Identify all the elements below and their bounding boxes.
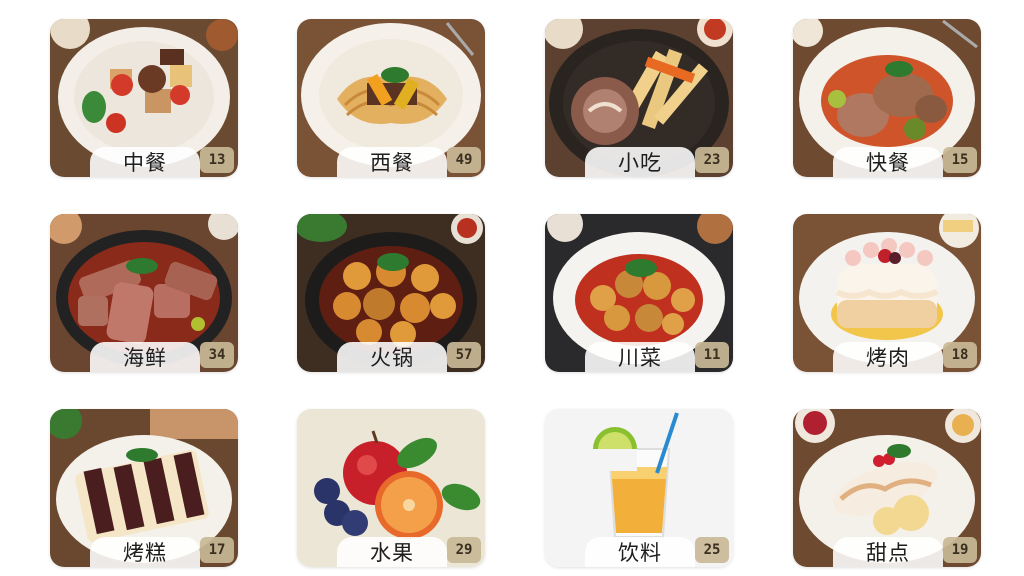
category-card-fast-food[interactable]: 快餐 15 — [793, 19, 981, 177]
count-badge: 25 — [695, 537, 729, 563]
category-card-bbq[interactable]: 烤肉 18 — [793, 214, 981, 372]
category-grid: 中餐 13 西餐 49 小吃 23 快餐 15 海鲜 34 火锅 57 川菜 1… — [0, 0, 1024, 576]
category-card-chinese[interactable]: 中餐 13 — [50, 19, 238, 177]
category-label: 烤肉 — [833, 342, 943, 372]
category-card-snack[interactable]: 小吃 23 — [545, 19, 733, 177]
category-label: 快餐 — [833, 147, 943, 177]
category-label: 川菜 — [585, 342, 695, 372]
count-badge: 17 — [200, 537, 234, 563]
count-badge: 34 — [200, 342, 234, 368]
category-label: 饮料 — [585, 537, 695, 567]
count-badge: 29 — [447, 537, 481, 563]
count-badge: 23 — [695, 147, 729, 173]
count-badge: 49 — [447, 147, 481, 173]
category-card-fruit[interactable]: 水果 29 — [297, 409, 485, 567]
category-card-seafood[interactable]: 海鲜 34 — [50, 214, 238, 372]
category-label: 海鲜 — [90, 342, 200, 372]
category-label: 烤糕 — [90, 537, 200, 567]
count-badge: 57 — [447, 342, 481, 368]
category-card-western[interactable]: 西餐 49 — [297, 19, 485, 177]
category-label: 小吃 — [585, 147, 695, 177]
category-card-hotpot[interactable]: 火锅 57 — [297, 214, 485, 372]
count-badge: 18 — [943, 342, 977, 368]
category-label: 甜点 — [833, 537, 943, 567]
count-badge: 13 — [200, 147, 234, 173]
category-card-sichuan[interactable]: 川菜 11 — [545, 214, 733, 372]
category-card-drink[interactable]: 饮料 25 — [545, 409, 733, 567]
category-card-dessert[interactable]: 甜点 19 — [793, 409, 981, 567]
count-badge: 11 — [695, 342, 729, 368]
category-label: 西餐 — [337, 147, 447, 177]
count-badge: 15 — [943, 147, 977, 173]
category-label: 火锅 — [337, 342, 447, 372]
category-card-cake[interactable]: 烤糕 17 — [50, 409, 238, 567]
count-badge: 19 — [943, 537, 977, 563]
category-label: 水果 — [337, 537, 447, 567]
category-label: 中餐 — [90, 147, 200, 177]
